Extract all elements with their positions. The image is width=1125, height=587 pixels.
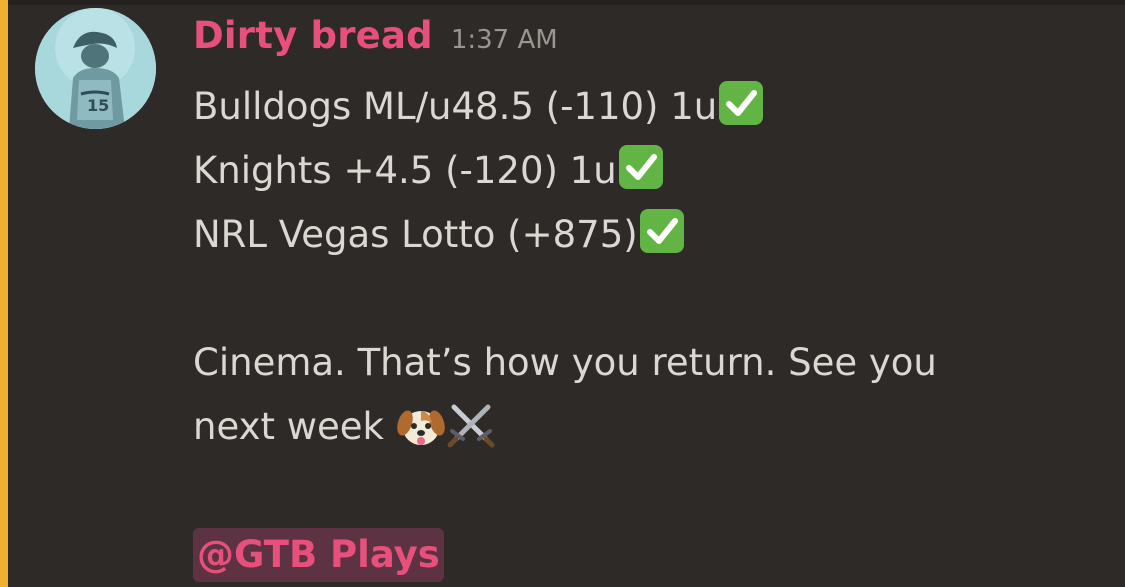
bet-line-3: NRL Vegas Lotto (+875) (193, 213, 638, 256)
message-line: NRL Vegas Lotto (+875) (193, 203, 1093, 267)
bet-line-1: Bulldogs ML/u48.5 (-110) 1u (193, 85, 718, 128)
top-divider (0, 0, 1125, 5)
svg-text:15: 15 (87, 96, 109, 115)
comment-line-1: Cinema. That’s how you return. See you (193, 341, 937, 384)
message-line: Knights +4.5 (-120) 1u (193, 139, 1093, 203)
mention-highlight-bar (0, 0, 8, 587)
message-line: next week (193, 395, 1093, 459)
check-mark-button-icon (639, 209, 684, 253)
comment-line-2: next week (193, 405, 396, 448)
message-header: Dirty bread 1:37 AM (193, 14, 558, 62)
message-timestamp[interactable]: 1:37 AM (451, 25, 558, 55)
crossed-swords-icon (446, 401, 496, 451)
check-mark-button-icon (719, 81, 764, 125)
dog-face-icon (396, 401, 446, 451)
author-name[interactable]: Dirty bread (193, 14, 433, 57)
avatar-image: 15 (35, 8, 156, 129)
message-line: Bulldogs ML/u48.5 (-110) 1u (193, 75, 1093, 139)
check-mark-button-icon (618, 145, 663, 189)
bet-line-2: Knights +4.5 (-120) 1u (193, 149, 617, 192)
role-mention[interactable]: @GTB Plays (193, 528, 444, 582)
message-body: Bulldogs ML/u48.5 (-110) 1u Knights +4.5… (193, 75, 1093, 587)
message-line: @GTB Plays (193, 523, 1093, 587)
message-line: Cinema. That’s how you return. See you (193, 331, 1093, 395)
user-avatar[interactable]: 15 (35, 8, 156, 129)
